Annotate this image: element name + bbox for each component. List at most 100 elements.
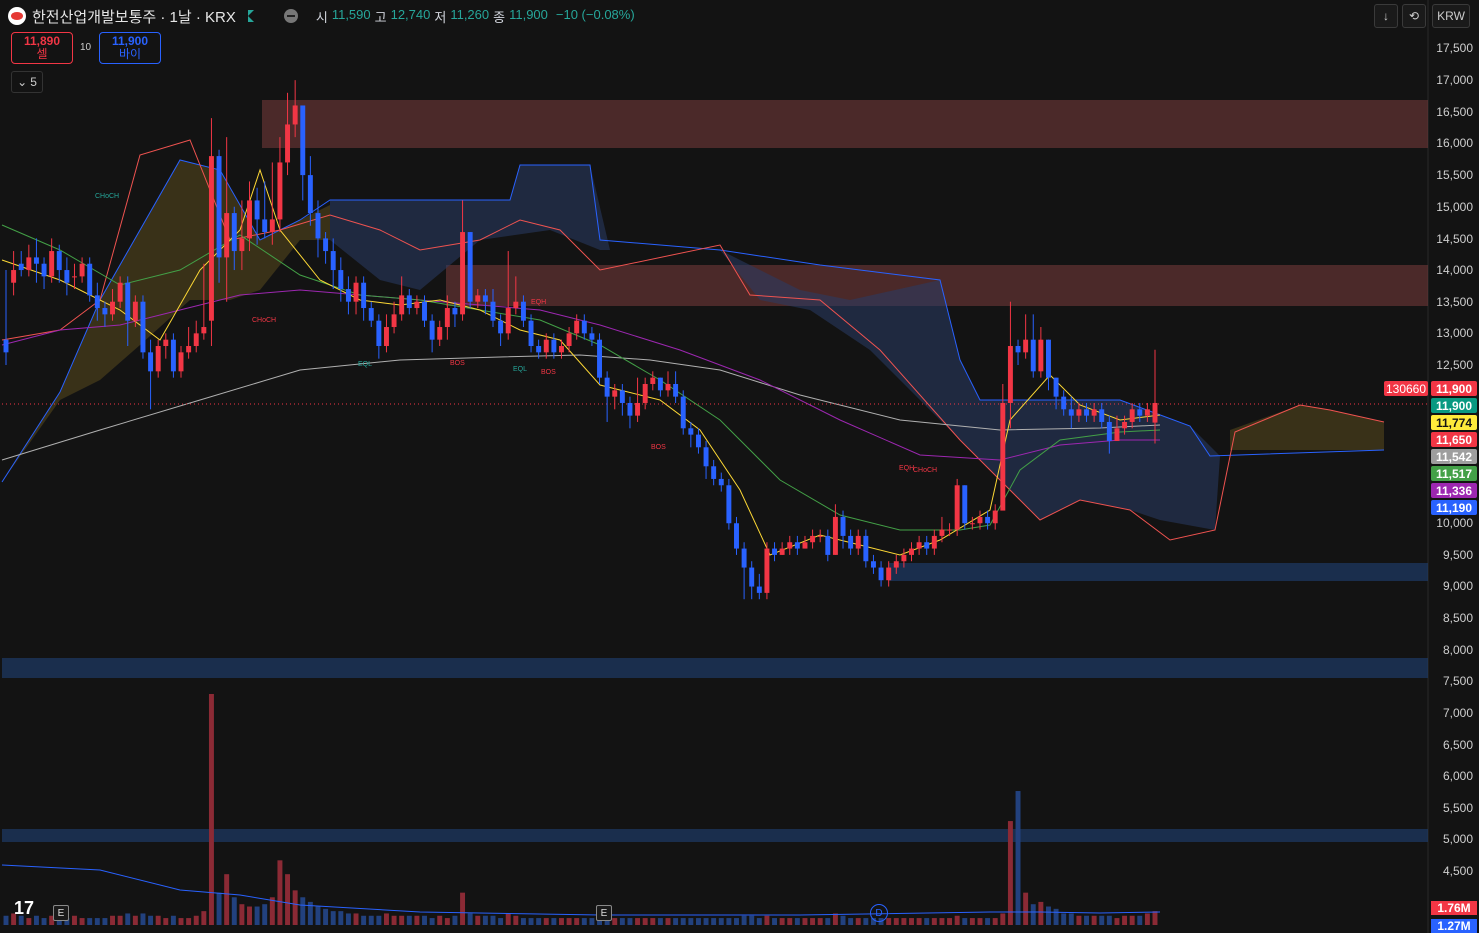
price-tag: 11,517 xyxy=(1431,466,1477,481)
candle-body xyxy=(406,295,412,309)
earnings-event-icon[interactable]: E xyxy=(53,905,69,921)
refresh-icon[interactable]: ⟲ xyxy=(1402,4,1426,28)
price-axis-label: 5,000 xyxy=(1442,832,1473,846)
volume-bar xyxy=(543,918,549,925)
candle-body xyxy=(878,567,884,581)
hide-indicator-icon[interactable] xyxy=(283,9,298,23)
price-chart[interactable]: CHoCHCHoCHEQL BOSEQL BOSEQHBOSEQHCHoCH xyxy=(0,0,1479,933)
spread-value: 10 xyxy=(80,42,92,53)
cloud-bull xyxy=(1230,405,1384,450)
volume-bar xyxy=(422,915,427,925)
volume-bar xyxy=(345,913,351,925)
price-tag: 11,336 xyxy=(1431,483,1477,498)
volume-bar xyxy=(1122,915,1128,925)
volume-bar xyxy=(254,906,260,925)
candle-body xyxy=(467,232,473,302)
candle-body xyxy=(536,346,542,353)
indicator-count: 5 xyxy=(30,75,37,89)
candle-body xyxy=(383,327,389,347)
symbol-title[interactable]: 한전산업개발보통주 · 1날 · KRX xyxy=(32,6,236,27)
candle-body xyxy=(1053,377,1059,397)
candle-body xyxy=(825,535,831,555)
candle-body xyxy=(201,327,207,334)
company-logo-icon xyxy=(8,7,26,25)
candle-body xyxy=(1099,409,1105,422)
price-axis-label: 15,500 xyxy=(1436,168,1473,182)
volume-bar xyxy=(642,918,648,925)
volume-bar xyxy=(498,918,504,925)
candle-body xyxy=(1106,421,1112,441)
candle-body xyxy=(444,308,450,328)
candle-body xyxy=(18,263,24,271)
candle-body xyxy=(79,263,85,277)
candle-body xyxy=(931,535,937,549)
smc-label: EQH xyxy=(899,465,914,472)
volume-bar xyxy=(1023,892,1029,925)
candle-body xyxy=(414,301,420,309)
sell-button[interactable]: 11,890 셀 xyxy=(11,32,73,64)
volume-bar xyxy=(711,918,717,925)
currency-select[interactable]: KRW xyxy=(1432,4,1470,28)
candle-body xyxy=(49,251,55,277)
download-icon[interactable]: ↓ xyxy=(1374,4,1398,28)
candle-body xyxy=(749,567,755,587)
sell-label: 셀 xyxy=(36,47,48,61)
candle-body xyxy=(909,548,914,555)
volume-bar xyxy=(391,915,397,925)
candle-body xyxy=(901,554,907,562)
candle-body xyxy=(779,548,785,555)
volume-bar xyxy=(94,918,100,925)
buy-button[interactable]: 11,900 바이 xyxy=(99,32,161,64)
volume-bar xyxy=(125,913,131,925)
candle-body xyxy=(1129,409,1135,422)
volume-bar xyxy=(1114,918,1120,925)
volume-bar xyxy=(231,897,237,925)
smc-label: BOS xyxy=(541,369,556,376)
candle-body xyxy=(1000,402,1006,511)
candle-body xyxy=(262,219,268,233)
candle-body xyxy=(239,238,245,252)
volume-bar xyxy=(1076,915,1082,925)
volume-bar xyxy=(574,918,580,925)
candle-body xyxy=(285,124,291,163)
volume-bar xyxy=(916,918,922,925)
candle-body xyxy=(619,390,625,403)
volume-bar xyxy=(741,915,747,925)
candle-body xyxy=(1084,409,1089,416)
candle-body xyxy=(1091,409,1097,416)
candle-body xyxy=(125,282,131,321)
volume-bar xyxy=(559,918,564,925)
price-tag: 11,900 xyxy=(1431,398,1477,413)
tradingview-logo-icon[interactable]: 17 xyxy=(14,898,34,919)
indicators-toggle-button[interactable]: ⌄ 5 xyxy=(11,71,43,93)
candle-body xyxy=(505,308,511,334)
volume-bar xyxy=(726,918,732,925)
candle-body xyxy=(840,516,846,536)
candle-body xyxy=(72,276,77,278)
volume-bar xyxy=(1137,915,1143,925)
volume-bar xyxy=(566,918,572,925)
volume-bar xyxy=(985,918,991,925)
candle-body xyxy=(148,352,154,372)
smc-label: CHoCH xyxy=(913,467,937,474)
volume-bar xyxy=(627,918,633,925)
price-axis-label: 4,500 xyxy=(1442,864,1473,878)
dividend-event-icon[interactable]: D xyxy=(870,904,888,922)
volume-bar xyxy=(695,918,701,925)
earnings-event-icon[interactable]: E xyxy=(596,905,612,921)
price-axis-label: 5,500 xyxy=(1442,801,1473,815)
volume-bar xyxy=(383,913,389,925)
volume-bar xyxy=(848,918,854,925)
volume-bar xyxy=(452,915,458,925)
volume-bar xyxy=(734,918,739,925)
volume-bar xyxy=(528,918,534,925)
price-axis-label: 8,000 xyxy=(1442,643,1473,657)
volume-bar xyxy=(475,915,481,925)
candle-body xyxy=(102,308,108,315)
candle-body xyxy=(703,447,709,467)
open-value: 11,590 xyxy=(331,6,371,22)
volume-bar xyxy=(901,918,907,925)
candle-body xyxy=(178,352,184,372)
candle-body xyxy=(345,289,351,302)
candle-body xyxy=(155,346,161,372)
